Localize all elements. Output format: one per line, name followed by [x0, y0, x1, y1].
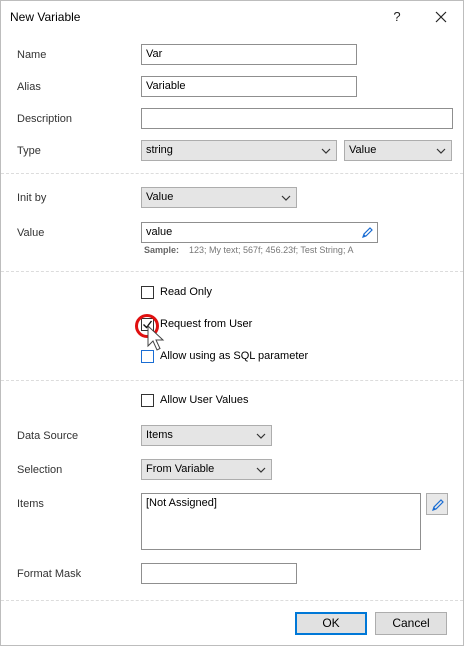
type-kind-select[interactable]: Value [344, 140, 452, 161]
allow-user-values-checkbox[interactable] [141, 394, 154, 407]
sample-text: 123; My text; 567f; 456.23f; Test String… [189, 245, 354, 255]
items-textarea[interactable]: [Not Assigned] [141, 493, 421, 550]
edit-items-button[interactable] [426, 493, 448, 515]
type-kind-select-value: Value [349, 144, 377, 156]
selection-select-value: From Variable [146, 463, 215, 475]
chevron-down-icon [321, 148, 331, 154]
pencil-icon [432, 499, 444, 511]
chevron-down-icon [256, 467, 266, 473]
init-by-select-value: Value [146, 191, 174, 203]
allow-user-values-label: Allow User Values [160, 394, 249, 406]
window-title: New Variable [10, 10, 81, 24]
help-button[interactable]: ? [384, 4, 410, 30]
ok-button[interactable]: OK [295, 612, 367, 635]
section-divider [1, 173, 463, 174]
name-input[interactable]: Var [141, 44, 357, 65]
name-label: Name [17, 49, 47, 61]
type-select[interactable]: string [141, 140, 337, 161]
read-only-label: Read Only [160, 286, 212, 298]
section-divider [1, 600, 463, 601]
close-button[interactable] [428, 4, 454, 30]
selection-select[interactable]: From Variable [141, 459, 272, 480]
sample-hint: Sample: 123; My text; 567f; 456.23f; Test… [144, 245, 353, 255]
data-source-select-value: Items [146, 429, 173, 441]
section-divider [1, 271, 463, 272]
sample-label: Sample: [144, 245, 180, 255]
allow-sql-label: Allow using as SQL parameter [160, 350, 309, 362]
init-by-label: Init by [17, 192, 47, 204]
pencil-icon[interactable] [361, 226, 374, 239]
items-label: Items [17, 498, 44, 510]
cancel-button[interactable]: Cancel [375, 612, 447, 635]
alias-input[interactable]: Variable [141, 76, 357, 97]
chevron-down-icon [436, 148, 446, 154]
new-variable-dialog: New Variable ? Name Var Alias Variable D… [0, 0, 464, 646]
chevron-down-icon [256, 433, 266, 439]
value-input[interactable]: value [141, 222, 378, 243]
request-from-user-label: Request from User [160, 318, 253, 330]
value-label: Value [17, 227, 45, 239]
chevron-down-icon [281, 195, 291, 201]
type-select-value: string [146, 144, 173, 156]
type-label: Type [17, 145, 41, 157]
selection-label: Selection [17, 464, 63, 476]
description-label: Description [17, 113, 73, 125]
format-mask-input[interactable] [141, 563, 297, 584]
section-divider [1, 380, 463, 381]
mouse-cursor-icon [147, 324, 165, 351]
title-bar: New Variable ? [1, 1, 463, 33]
description-input[interactable] [141, 108, 453, 129]
read-only-checkbox[interactable] [141, 286, 154, 299]
alias-label: Alias [17, 81, 41, 93]
format-mask-label: Format Mask [17, 568, 82, 580]
data-source-select[interactable]: Items [141, 425, 272, 446]
close-icon [435, 11, 447, 23]
init-by-select[interactable]: Value [141, 187, 297, 208]
value-input-text: value [146, 226, 173, 238]
data-source-label: Data Source [17, 430, 79, 442]
